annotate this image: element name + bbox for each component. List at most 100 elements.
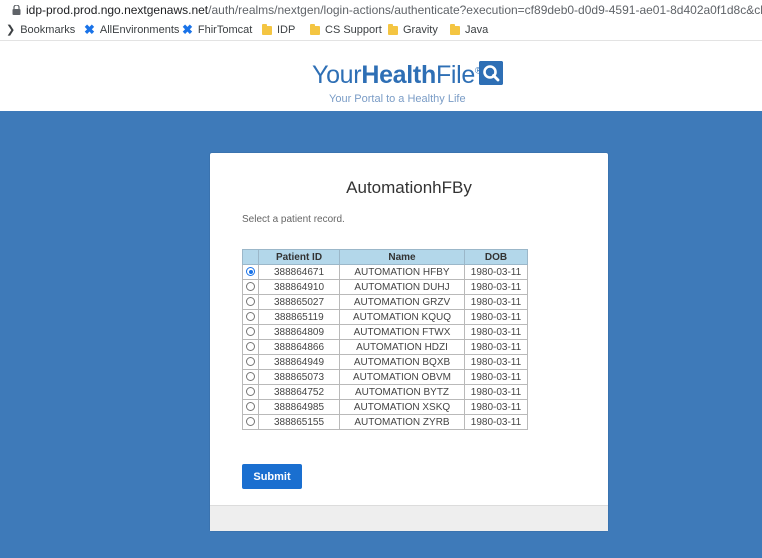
patient-dob-cell: 1980-03-11 [464, 399, 528, 415]
patient-name-cell: AUTOMATION HFBY [339, 264, 465, 280]
bookmark-cs-support[interactable]: CS Support [310, 20, 382, 40]
bookmark-label: IDP [277, 24, 296, 36]
bookmark-label: Gravity [403, 24, 438, 36]
patient-dob-cell: 1980-03-11 [464, 339, 528, 355]
table-row[interactable]: 388864949 AUTOMATION BQXB 1980-03-11 [242, 354, 528, 370]
table-row[interactable]: 388865027 AUTOMATION GRZV 1980-03-11 [242, 294, 528, 310]
header-select [242, 249, 259, 265]
instruction-text: Select a patient record. [242, 214, 345, 225]
patient-dob-cell: 1980-03-11 [464, 294, 528, 310]
bookmark-idp[interactable]: IDP [262, 20, 295, 40]
table-row[interactable]: 388864910 AUTOMATION DUHJ 1980-03-11 [242, 279, 528, 295]
patient-id-cell: 388864985 [258, 399, 340, 415]
row-radio-cell[interactable] [242, 414, 259, 430]
bookmarks-bar: ❯ Bookmarks ✖ AllEnvironments ✖ FhirTomc… [0, 20, 762, 41]
header-name: Name [339, 249, 465, 265]
patient-id-cell: 388865073 [258, 369, 340, 385]
radio-button[interactable] [246, 357, 255, 367]
bookmark-label: Bookmarks [20, 24, 76, 36]
radio-button[interactable] [246, 327, 255, 337]
radio-button[interactable] [246, 387, 255, 397]
arrow-icon: ❯ [6, 24, 16, 36]
tagline: Your Portal to a Healthy Life [329, 93, 466, 105]
url-host: idp-prod.prod.ngo.nextgenaws.net [26, 3, 209, 17]
radio-button[interactable] [246, 282, 255, 292]
submit-button[interactable]: Submit [242, 464, 302, 489]
patient-id-cell: 388865027 [258, 294, 340, 310]
patient-name-cell: AUTOMATION HDZI [339, 339, 465, 355]
patient-id-cell: 388864949 [258, 354, 340, 370]
row-radio-cell[interactable] [242, 309, 259, 325]
bookmark-java[interactable]: Java [450, 20, 488, 40]
radio-button[interactable] [246, 267, 255, 277]
table-row[interactable]: 388864866 AUTOMATION HDZI 1980-03-11 [242, 339, 528, 355]
logo-text-your: Your [312, 61, 362, 89]
radio-button[interactable] [246, 417, 255, 427]
row-radio-cell[interactable] [242, 294, 259, 310]
row-radio-cell[interactable] [242, 324, 259, 340]
patient-id-cell: 388864866 [258, 339, 340, 355]
yourhealthfile-logo: YourHealthFile® [312, 61, 482, 90]
folder-icon [262, 23, 272, 35]
bookmark-label: Java [465, 24, 489, 36]
patient-name-cell: AUTOMATION GRZV [339, 294, 465, 310]
bookmark-allenvironments[interactable]: ✖ AllEnvironments [84, 20, 179, 40]
row-radio-cell[interactable] [242, 354, 259, 370]
table-row[interactable]: 388865073 AUTOMATION OBVM 1980-03-11 [242, 369, 528, 385]
patient-id-cell: 388865119 [258, 309, 340, 325]
patient-name-cell: AUTOMATION BQXB [339, 354, 465, 370]
patient-select-card: AutomationhFBy Select a patient record. … [210, 153, 608, 531]
radio-button[interactable] [246, 297, 255, 307]
patient-name-cell: AUTOMATION BYTZ [339, 384, 465, 400]
row-radio-cell[interactable] [242, 279, 259, 295]
patient-name-cell: AUTOMATION ZYRB [339, 414, 465, 430]
patient-name-cell: AUTOMATION FTWX [339, 324, 465, 340]
radio-button[interactable] [246, 312, 255, 322]
radio-button[interactable] [246, 402, 255, 412]
patient-dob-cell: 1980-03-11 [464, 264, 528, 280]
bookmark-fhirtomcat[interactable]: ✖ FhirTomcat [182, 20, 252, 40]
row-radio-cell[interactable] [242, 369, 259, 385]
folder-icon [310, 23, 320, 35]
address-bar[interactable]: idp-prod.prod.ngo.nextgenaws.net/auth/re… [0, 0, 762, 20]
patient-dob-cell: 1980-03-11 [464, 279, 528, 295]
row-radio-cell[interactable] [242, 384, 259, 400]
patient-id-cell: 388864671 [258, 264, 340, 280]
row-radio-cell[interactable] [242, 399, 259, 415]
radio-button[interactable] [246, 342, 255, 352]
radio-button[interactable] [246, 372, 255, 382]
table-row[interactable]: 388865155 AUTOMATION ZYRB 1980-03-11 [242, 414, 528, 430]
patient-id-cell: 388864910 [258, 279, 340, 295]
url-text[interactable]: idp-prod.prod.ngo.nextgenaws.net/auth/re… [26, 0, 762, 20]
patient-dob-cell: 1980-03-11 [464, 354, 528, 370]
magnifier-logo-icon [479, 61, 503, 85]
lock-icon [12, 5, 21, 15]
patient-name-cell: AUTOMATION OBVM [339, 369, 465, 385]
row-radio-cell[interactable] [242, 264, 259, 280]
logo-text-health: Health [361, 61, 436, 89]
logo-text-file: File [435, 61, 476, 89]
table-header-row: Patient ID Name DOB [242, 249, 528, 265]
patient-id-cell: 388864752 [258, 384, 340, 400]
patient-id-cell: 388864809 [258, 324, 340, 340]
table-row[interactable]: 388865119 AUTOMATION KQUQ 1980-03-11 [242, 309, 528, 325]
table-row[interactable]: 388864752 AUTOMATION BYTZ 1980-03-11 [242, 384, 528, 400]
bookmark-bookmarks[interactable]: ❯ Bookmarks [6, 20, 75, 40]
url-path: /auth/realms/nextgen/login-actions/authe… [208, 3, 762, 17]
patient-dob-cell: 1980-03-11 [464, 369, 528, 385]
header-patient-id: Patient ID [258, 249, 340, 265]
bookmark-gravity[interactable]: Gravity [388, 20, 438, 40]
table-row[interactable]: 388864809 AUTOMATION FTWX 1980-03-11 [242, 324, 528, 340]
table-row[interactable]: 388864985 AUTOMATION XSKQ 1980-03-11 [242, 399, 528, 415]
folder-icon [388, 23, 398, 35]
card-title: AutomationhFBy [346, 178, 472, 197]
bookmark-label: FhirTomcat [197, 24, 253, 36]
row-radio-cell[interactable] [242, 339, 259, 355]
patient-dob-cell: 1980-03-11 [464, 309, 528, 325]
patient-table: Patient ID Name DOB 388864671 AUTOMATION … [242, 249, 528, 430]
card-footer [210, 505, 608, 531]
star-icon: ✖ [182, 22, 193, 37]
header-dob: DOB [464, 249, 528, 265]
bookmark-label: CS Support [325, 24, 382, 36]
table-row[interactable]: 388864671 AUTOMATION HFBY 1980-03-11 [242, 264, 528, 280]
